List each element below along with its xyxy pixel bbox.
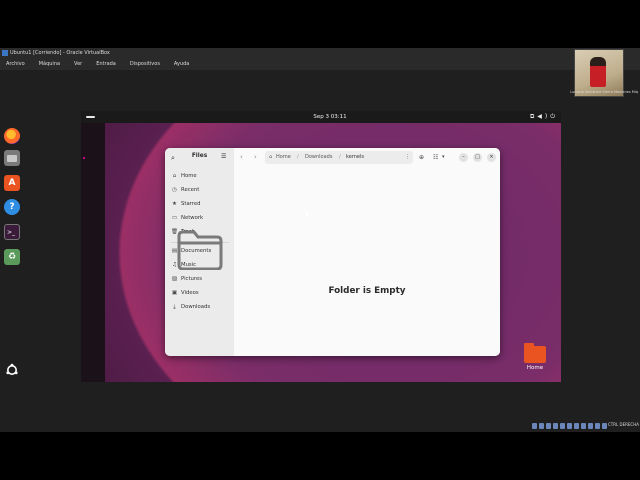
home-icon: ⌂ [172,173,177,179]
desktop-home-folder-icon[interactable] [524,343,546,363]
sidebar-item-recent[interactable]: ◷ Recent [171,185,199,195]
pictures-icon: ▨ [171,276,178,282]
minimize-button[interactable]: – [459,153,468,162]
breadcrumb-downloads[interactable]: Downloads [305,151,332,164]
running-indicator [83,157,85,159]
recent-icon: ◷ [172,187,177,193]
path-bar: ⌂ Home / Downloads / kernels ⋮ [265,151,413,164]
app-center-icon[interactable]: A [4,175,20,191]
desktop-home-label[interactable]: Home [518,365,552,371]
menu-entrada[interactable]: Entrada [96,59,116,70]
videos-icon: ▣ [171,290,178,296]
activities-indicator[interactable] [86,116,95,118]
sidebar-item-label: Recent [181,187,200,193]
firefox-icon[interactable] [4,128,20,144]
sidebar-item-videos[interactable]: ▣ Videos [171,288,199,298]
empty-folder-message: Folder is Empty [328,286,406,296]
webcam-person [590,57,606,87]
maximize-button[interactable]: □ [473,153,482,162]
sidebar-item-label: Network [181,215,204,221]
clock[interactable]: Sep 3 03:11 [300,111,360,123]
sidebar-header: ⌕ Files ☰ [165,148,234,168]
breadcrumb-home[interactable]: Home [276,151,291,164]
breadcrumb-kernels[interactable]: kernels [346,151,364,164]
breadcrumb-separator: / [297,154,299,160]
dock [81,123,105,382]
system-tray[interactable]: ⧉◀)⏻ [524,111,558,123]
sidebar-item-home[interactable]: ⌂ Home [171,171,197,181]
virtualbox-icon [2,49,8,56]
sidebar-item-downloads[interactable]: ⤓ Downloads [171,302,210,312]
status-bar-icons[interactable] [532,423,607,430]
view-options-icon[interactable]: ☷ [433,153,438,162]
network-icon: ▭ [171,215,178,221]
sidebar-item-network[interactable]: ▭ Network [171,213,203,223]
menu-maquina[interactable]: Máquina [39,59,60,70]
back-button[interactable]: ‹ [240,153,243,162]
webcam-label: Luciano Salvatore Sierra Maulenes Miq [570,90,638,94]
sidebar-item-starred[interactable]: ★ Starred [171,199,200,209]
breadcrumb-separator: / [339,154,341,160]
files-content-area[interactable] [234,168,500,356]
starred-icon: ★ [172,201,177,207]
virtualbox-menu-bar: Archivo Máquina Ver Entrada Dispositivos Ayud… [0,59,640,70]
empty-folder-icon [177,230,223,270]
path-menu-icon[interactable]: ⋮ [405,151,410,164]
sidebar-item-label: Videos [181,290,199,296]
sidebar-item-pictures[interactable]: ▨ Pictures [171,274,202,284]
close-button[interactable]: × [487,153,496,162]
mouse-cursor [306,212,309,218]
sidebar-item-label: Starred [181,201,201,207]
host-key-label: CTRL DERECHA [608,422,639,427]
show-apps-icon[interactable] [4,362,20,378]
trash-dock-icon[interactable]: ♻ [4,249,20,265]
files-app-icon[interactable] [4,150,20,166]
sidebar-item-label: Pictures [181,276,202,282]
files-toolbar: ‹ › ⌂ Home / Downloads / kernels ⋮ ⊕ ☷ ▾… [234,148,500,168]
forward-button[interactable]: › [254,153,257,162]
power-icon: ⏻ [550,113,558,120]
menu-ver[interactable]: Ver [74,59,82,70]
hamburger-menu-icon[interactable]: ☰ [221,153,226,160]
virtualbox-title-bar: Ubuntu1 [Corriendo] - Oracle VirtualBox [0,48,640,59]
menu-archivo[interactable]: Archivo [6,59,25,70]
view-dropdown-icon[interactable]: ▾ [442,153,445,162]
new-folder-icon[interactable]: ⊕ [419,153,424,162]
sidebar-item-label: Home [181,173,197,179]
home-crumb-icon: ⌂ [269,154,273,160]
terminal-icon[interactable]: >_ [4,224,20,240]
help-icon[interactable]: ? [4,199,20,215]
menu-ayuda[interactable]: Ayuda [174,59,189,70]
downloads-icon: ⤓ [173,304,176,310]
menu-dispositivos[interactable]: Dispositivos [130,59,160,70]
sidebar-item-label: Downloads [181,304,211,310]
volume-icon: ◀) [537,113,551,120]
window-title: Ubuntu1 [Corriendo] - Oracle VirtualBox [10,50,110,56]
